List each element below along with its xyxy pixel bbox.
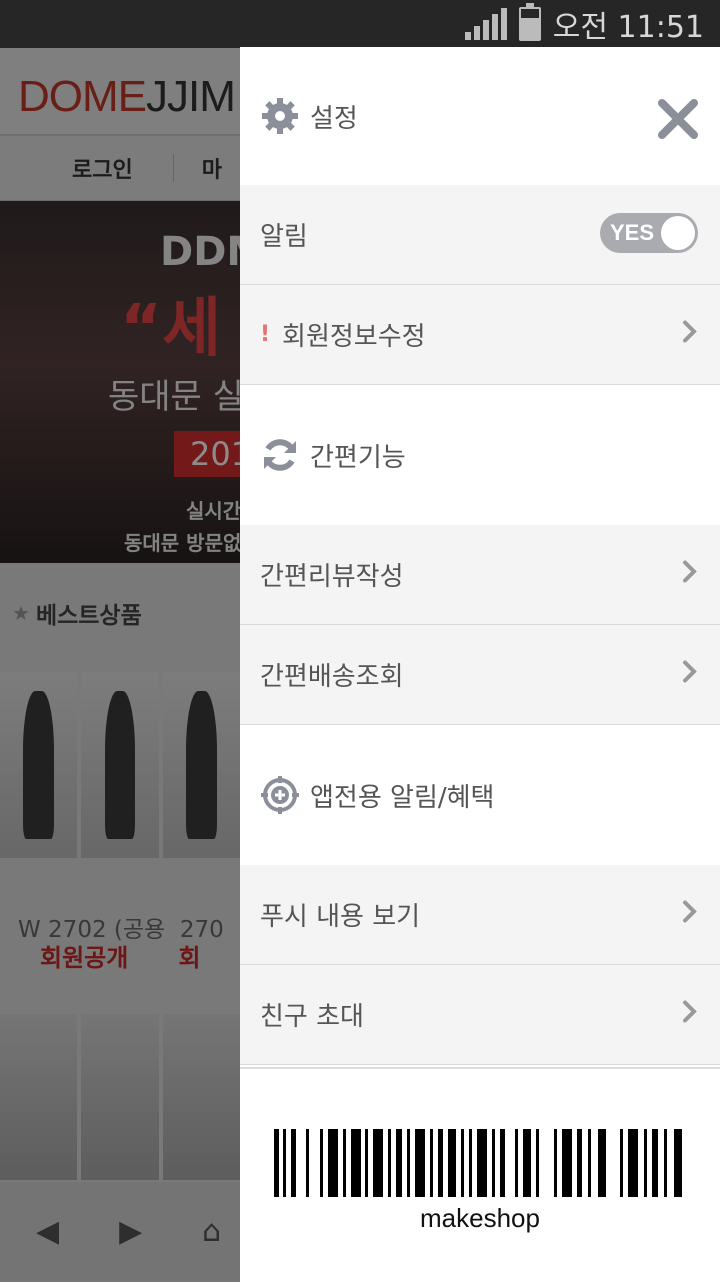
quick-delivery-label: 간편배송조회: [260, 662, 404, 692]
notification-row: 알림 YES: [240, 185, 720, 285]
chevron-right-icon: [682, 659, 698, 690]
quick-delivery-row[interactable]: 간편배송조회: [240, 625, 720, 725]
profile-edit-label: 회원정보수정: [282, 322, 426, 352]
chevron-right-icon: [682, 559, 698, 590]
settings-drawer: 설정 알림 YES ! 회원정보수정 간편기능 간편리뷰작성 간편배송조회 앱전…: [240, 47, 720, 1282]
chevron-right-icon: [682, 999, 698, 1030]
alert-mark: !: [260, 322, 271, 347]
refresh-icon: [260, 435, 300, 475]
target-plus-icon: [260, 775, 300, 815]
section-app-header: 앱전용 알림/혜택: [240, 725, 720, 865]
gear-icon: [260, 96, 300, 136]
invite-friend-row[interactable]: 친구 초대: [240, 965, 720, 1065]
section-quick-header: 간편기능: [240, 385, 720, 525]
notification-toggle[interactable]: YES: [600, 213, 698, 253]
toggle-knob: [661, 216, 695, 250]
invite-friend-label: 친구 초대: [260, 1002, 364, 1032]
dim-overlay[interactable]: [0, 48, 240, 1280]
signal-icon: [464, 8, 507, 40]
section-quick-title: 간편기능: [310, 442, 406, 473]
status-bar: 오전 11:51: [0, 0, 720, 48]
chevron-right-icon: [682, 899, 698, 930]
status-time: 오전 11:51: [552, 10, 704, 45]
drawer-header: 설정: [240, 47, 720, 185]
chevron-right-icon: [682, 319, 698, 350]
barcode-footer: makeshop: [240, 1067, 720, 1282]
toggle-label: YES: [610, 220, 655, 245]
quick-review-label: 간편리뷰작성: [260, 562, 404, 592]
battery-icon: [518, 3, 541, 41]
close-icon[interactable]: [656, 97, 700, 141]
quick-review-row[interactable]: 간편리뷰작성: [240, 525, 720, 625]
push-content-row[interactable]: 푸시 내용 보기: [240, 865, 720, 965]
barcode-brand-text: makeshop: [420, 1203, 540, 1233]
section-app-title: 앱전용 알림/혜택: [310, 782, 495, 813]
push-content-label: 푸시 내용 보기: [260, 902, 421, 932]
barcode-image: [274, 1129, 682, 1197]
profile-edit-row[interactable]: ! 회원정보수정: [240, 285, 720, 385]
